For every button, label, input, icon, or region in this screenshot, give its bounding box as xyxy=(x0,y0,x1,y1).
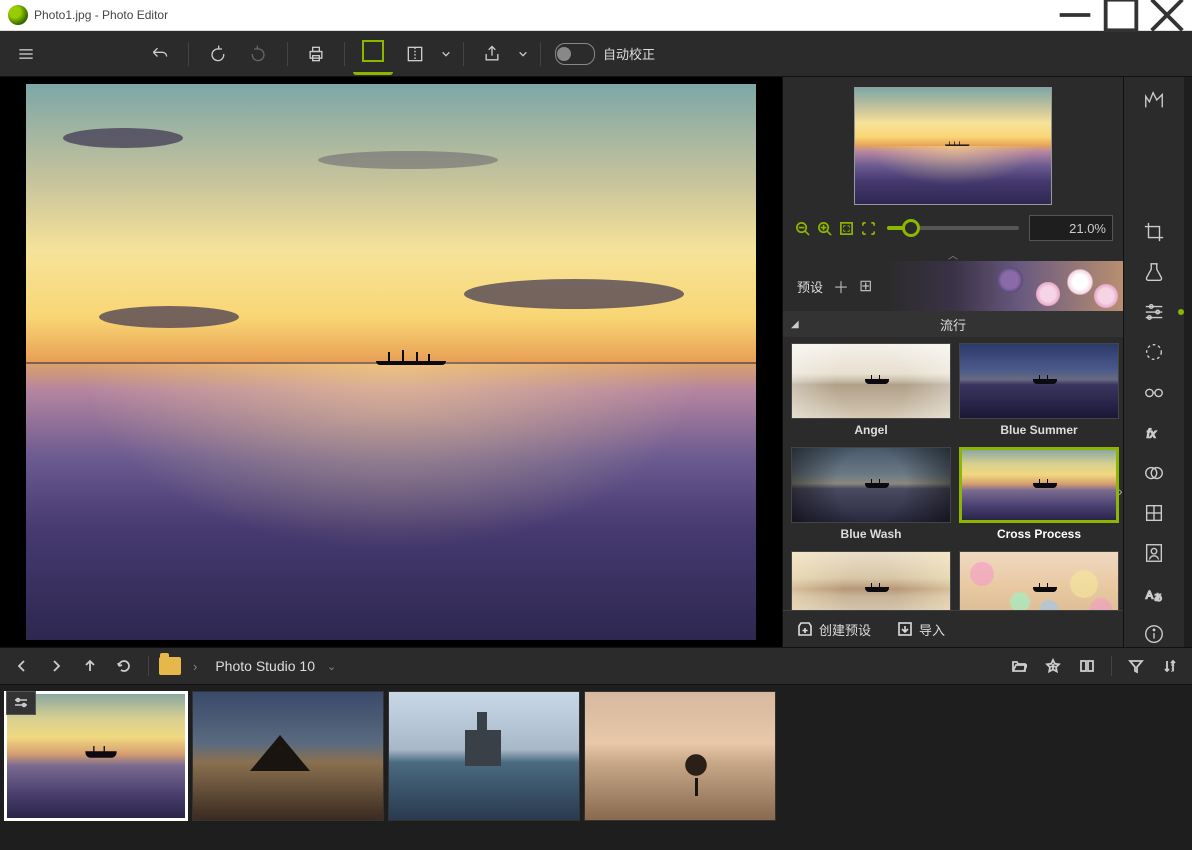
grid-tool-icon[interactable] xyxy=(1134,500,1174,526)
portrait-tool-icon[interactable] xyxy=(1134,540,1174,566)
crop-tool-icon[interactable] xyxy=(1134,218,1174,244)
glasses-tool-icon[interactable] xyxy=(1134,379,1174,405)
nav-forward-button[interactable] xyxy=(42,652,70,680)
preset-item-happiness[interactable]: Happiness xyxy=(959,551,1119,610)
navigator-thumb[interactable] xyxy=(854,87,1052,205)
selection-tool-icon[interactable] xyxy=(1134,339,1174,365)
title-bar: Photo1.jpg - Photo Editor xyxy=(0,0,1192,31)
preset-item-cross-process[interactable]: Cross Process xyxy=(959,447,1119,547)
crop-ratio-button[interactable] xyxy=(395,36,435,72)
nav-refresh-button[interactable] xyxy=(110,652,138,680)
window-title: Photo1.jpg - Photo Editor xyxy=(34,8,168,22)
overlap-tool-icon[interactable] xyxy=(1134,460,1174,486)
histogram-tool-icon[interactable] xyxy=(1134,87,1174,113)
presets-header-label: 预设 xyxy=(797,277,823,296)
svg-text:Z: Z xyxy=(1171,668,1174,674)
filmstrip xyxy=(0,685,1192,850)
preset-footer: 创建预设 导入 xyxy=(783,610,1123,647)
preset-item-angel[interactable]: Angel xyxy=(791,343,951,443)
filmstrip-thumb-4[interactable] xyxy=(584,691,776,821)
zoom-in-button[interactable] xyxy=(815,219,833,237)
preset-category-header[interactable]: ◢ 流行 xyxy=(783,311,1123,337)
fx-tool-icon[interactable]: fx xyxy=(1134,420,1174,446)
auto-correct-toggle[interactable]: 自动校正 xyxy=(549,36,661,72)
svg-text:A: A xyxy=(1146,589,1154,601)
filmstrip-thumb-2[interactable] xyxy=(192,691,384,821)
favorite-button[interactable] xyxy=(1039,652,1067,680)
preset-item-blue-wash[interactable]: Blue Wash xyxy=(791,447,951,547)
browser-toolbar: › Photo Studio 10 ⌄ AZ xyxy=(0,647,1192,685)
preset-item-flavour[interactable]: Flavour xyxy=(791,551,951,610)
create-preset-button[interactable]: 创建预设 xyxy=(797,620,871,639)
zoom-actual-button[interactable] xyxy=(859,219,877,237)
grid-view-icon[interactable]: ⊞ xyxy=(859,276,872,296)
lab-tool-icon[interactable] xyxy=(1134,259,1174,285)
print-button[interactable] xyxy=(296,36,336,72)
zoom-slider[interactable] xyxy=(887,226,1019,230)
nav-back-button[interactable] xyxy=(8,652,36,680)
zoom-controls: 21.0% xyxy=(783,209,1123,247)
presets-header: 预设 ＋ ⊞ xyxy=(783,261,1123,311)
folder-icon[interactable] xyxy=(159,657,181,675)
filter-button[interactable] xyxy=(1122,652,1150,680)
share-dropdown-button[interactable] xyxy=(514,36,532,72)
compare-button[interactable] xyxy=(1073,652,1101,680)
expand-sidebar-icon[interactable]: › xyxy=(1118,483,1123,499)
text-tool-icon[interactable]: Aあ xyxy=(1134,581,1174,607)
app-logo-icon xyxy=(8,5,28,25)
collapse-category-icon: ◢ xyxy=(791,319,799,330)
sort-button[interactable]: AZ xyxy=(1156,652,1184,680)
nav-up-button[interactable] xyxy=(76,652,104,680)
breadcrumb[interactable]: Photo Studio 10 xyxy=(215,658,315,674)
info-tool-icon[interactable] xyxy=(1134,621,1174,647)
filmstrip-settings-button[interactable] xyxy=(6,691,36,715)
crop-dropdown-button[interactable] xyxy=(437,36,455,72)
share-button[interactable] xyxy=(472,36,512,72)
main-toolbar: 自动校正 xyxy=(0,31,1192,77)
preset-grid: Angel Blue Summer Blue Wash Cross Proces… xyxy=(783,337,1123,610)
zoom-fit-button[interactable] xyxy=(837,219,855,237)
adjust-tool-icon[interactable] xyxy=(1134,299,1174,325)
crop-free-button[interactable] xyxy=(353,33,393,75)
right-panel: 21.0% ︿ 预设 ＋ ⊞ ◢ 流行 Angel xyxy=(782,77,1123,647)
header-decoration xyxy=(973,261,1123,311)
maximize-button[interactable] xyxy=(1098,0,1144,30)
open-folder-button[interactable] xyxy=(1005,652,1033,680)
svg-text:fx: fx xyxy=(1147,426,1157,440)
undo-button[interactable] xyxy=(140,36,180,72)
redo-step-button[interactable] xyxy=(239,36,279,72)
zoom-value-input[interactable]: 21.0% xyxy=(1029,215,1113,241)
svg-text:あ: あ xyxy=(1154,593,1162,602)
collapse-navigator-button[interactable]: ︿ xyxy=(783,247,1123,261)
side-tool-strip: fx Aあ › xyxy=(1123,77,1184,647)
canvas-area[interactable] xyxy=(0,77,782,647)
preset-item-blue-summer[interactable]: Blue Summer xyxy=(959,343,1119,443)
preset-category-label: 流行 xyxy=(940,315,966,334)
import-preset-button[interactable]: 导入 xyxy=(897,620,945,639)
navigator-preview xyxy=(783,77,1123,209)
filmstrip-thumb-3[interactable] xyxy=(388,691,580,821)
zoom-out-button[interactable] xyxy=(793,219,811,237)
toggle-switch-icon xyxy=(555,43,595,65)
menu-button[interactable] xyxy=(6,36,46,72)
auto-correct-label: 自动校正 xyxy=(603,44,655,63)
minimize-button[interactable] xyxy=(1052,0,1098,30)
close-button[interactable] xyxy=(1144,0,1190,30)
undo-step-button[interactable] xyxy=(197,36,237,72)
main-photo xyxy=(26,84,756,640)
add-preset-icon[interactable]: ＋ xyxy=(833,274,849,298)
